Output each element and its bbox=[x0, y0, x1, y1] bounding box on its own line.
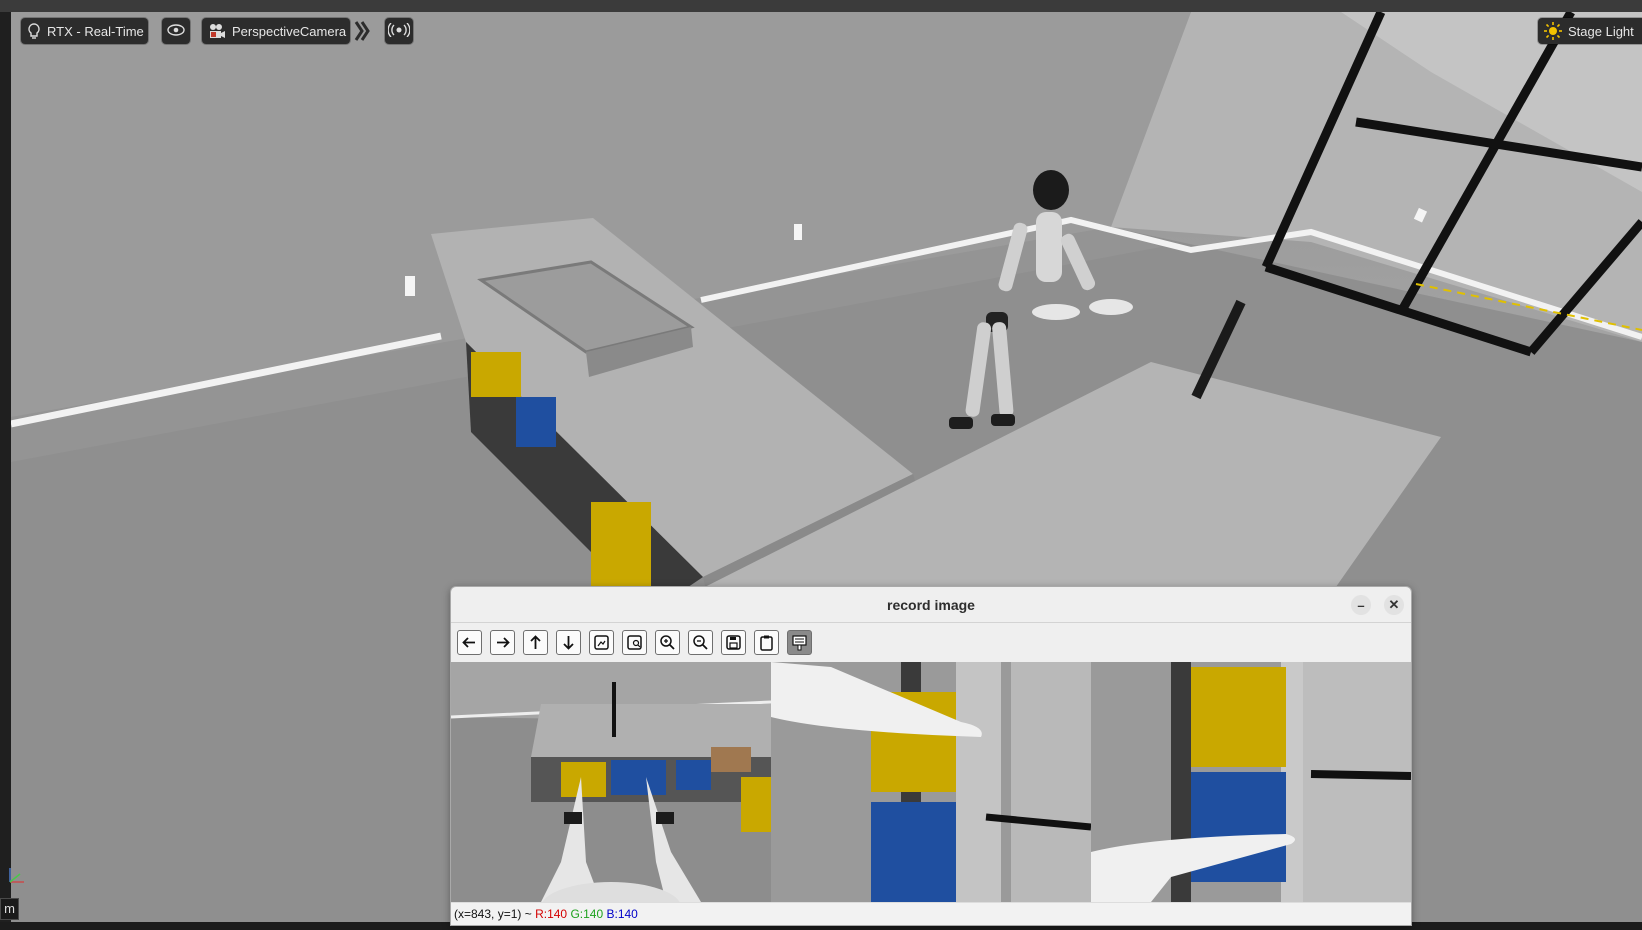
window-titlebar[interactable]: record image – ✕ bbox=[451, 587, 1411, 623]
window-title: record image bbox=[887, 596, 975, 613]
zoom-out-button[interactable] bbox=[688, 629, 713, 655]
record-image-window[interactable]: record image – ✕ (x=843, y=1) ~ R:140 G:… bbox=[450, 586, 1412, 926]
camera-image-strip[interactable] bbox=[451, 662, 1411, 902]
sun-icon bbox=[1544, 22, 1562, 40]
pan-down-button[interactable] bbox=[556, 629, 581, 655]
save-button[interactable] bbox=[721, 629, 746, 655]
zoom-image-button[interactable] bbox=[622, 629, 647, 655]
pan-left-button[interactable] bbox=[457, 629, 482, 655]
renderer-label: RTX - Real-Time bbox=[47, 23, 144, 39]
cursor-coords: (x=843, y=1) ~ bbox=[454, 907, 532, 921]
clipboard-icon bbox=[760, 635, 773, 651]
head-camera-image bbox=[451, 662, 771, 902]
pixel-red-value: R:140 bbox=[535, 907, 568, 921]
audio-icon bbox=[387, 22, 411, 40]
camera-label: PerspectiveCamera bbox=[232, 23, 347, 39]
renderer-menu[interactable]: RTX - Real-Time bbox=[21, 18, 148, 44]
pixel-green-value: G:140 bbox=[570, 907, 604, 921]
pan-right-button[interactable] bbox=[490, 629, 515, 655]
lightbulb-icon bbox=[27, 22, 41, 40]
pixel-blue-value: B:140 bbox=[606, 907, 638, 921]
arrow-right-icon bbox=[497, 636, 510, 648]
eye-icon bbox=[167, 23, 185, 39]
right-wrist-camera-image bbox=[1091, 662, 1411, 902]
left-wrist-camera-image bbox=[771, 662, 1091, 902]
audio-menu[interactable] bbox=[385, 18, 413, 44]
axis-gizmo-icon bbox=[4, 862, 30, 888]
properties-button[interactable] bbox=[787, 629, 812, 655]
fit-image-icon bbox=[594, 634, 609, 650]
arrow-left-icon bbox=[462, 636, 475, 648]
pixel-status-bar: (x=843, y=1) ~ R:140 G:140 B:140 bbox=[451, 902, 1411, 925]
visibility-menu[interactable] bbox=[162, 18, 190, 44]
save-icon bbox=[726, 634, 741, 650]
lighting-label: Stage Light bbox=[1568, 23, 1634, 39]
fit-image-button[interactable] bbox=[589, 629, 614, 655]
zoom-image-icon bbox=[627, 634, 642, 650]
properties-icon bbox=[792, 634, 807, 650]
camera-menu[interactable]: PerspectiveCamera bbox=[202, 18, 350, 44]
camera-icon bbox=[208, 22, 226, 40]
lighting-menu[interactable]: Stage Light bbox=[1538, 18, 1642, 44]
pan-up-button[interactable] bbox=[523, 629, 548, 655]
close-button[interactable]: ✕ bbox=[1384, 595, 1404, 615]
zoom-out-icon bbox=[693, 634, 708, 650]
double-chevron-icon[interactable] bbox=[353, 18, 371, 44]
minimize-button[interactable]: – bbox=[1351, 595, 1371, 615]
zoom-in-icon bbox=[660, 634, 675, 650]
arrow-up-icon bbox=[530, 634, 541, 649]
corner-label: m bbox=[0, 898, 19, 920]
image-toolbar bbox=[451, 623, 1411, 661]
zoom-in-button[interactable] bbox=[655, 629, 680, 655]
left-panel-edge bbox=[0, 12, 11, 922]
arrow-down-icon bbox=[563, 635, 574, 650]
copy-clipboard-button[interactable] bbox=[754, 629, 779, 655]
